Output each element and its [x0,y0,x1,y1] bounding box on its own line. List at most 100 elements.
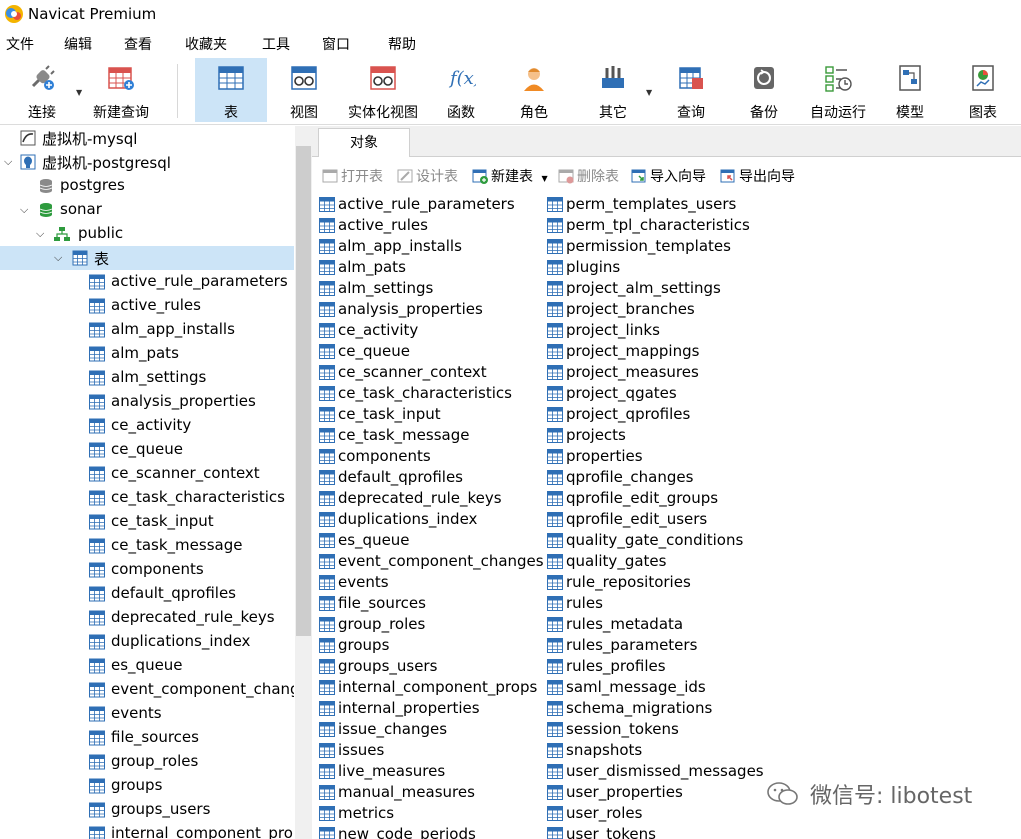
chevron-down-icon[interactable]: ▼ [76,88,82,97]
object-table-label: rules_parameters [566,636,698,654]
tree-table-item[interactable]: ce_task_input [0,510,294,534]
delete-table-icon [558,169,574,184]
tree-table-item[interactable]: es_queue [0,654,294,678]
menu-window[interactable]: 窗口 [322,34,350,54]
toolbar-table-button[interactable]: 表 [195,58,267,122]
new-table-button[interactable]: 新建表 ▼ [472,166,548,186]
tree-database-sonar[interactable]: ⌵ sonar [0,198,294,222]
toolbar-backup-button[interactable]: 备份 [734,58,794,122]
object-table-label: manual_measures [338,783,475,801]
table-icon [319,659,335,674]
tree-table-item[interactable]: groups_users [0,798,294,822]
object-table-label: schema_migrations [566,699,713,717]
object-table-label: properties [566,447,643,465]
toolbar-materialized-view-button[interactable]: 实体化视图 [340,58,426,122]
delete-table-button[interactable]: 删除表 [558,166,619,186]
plug-icon [31,65,55,90]
tree-table-item[interactable]: alm_settings [0,366,294,390]
toolbar-chart-button[interactable]: 图表 [952,58,1014,122]
object-table-label: components [338,447,431,465]
scrollbar-thumb[interactable] [296,146,311,636]
object-table-label: qprofile_edit_groups [566,489,719,507]
object-table-label: groups [338,636,390,654]
table-icon [319,680,335,695]
table-icon [547,701,563,716]
object-table-label: snapshots [566,741,643,759]
tree-table-item[interactable]: active_rule_parameters [0,270,294,294]
chevron-down-icon[interactable]: ⌵ [4,155,12,169]
toolbar-view-button[interactable]: 视图 [272,58,336,122]
object-table-label: project_links [566,321,660,339]
export-wizard-button[interactable]: 导出向导 [720,166,795,186]
chevron-down-icon[interactable]: ▼ [541,174,547,183]
toolbar-others-button[interactable]: 其它 ▼ [582,58,652,122]
sidebar-scrollbar[interactable] [295,126,312,839]
menu-help[interactable]: 帮助 [388,34,416,54]
object-table-label: qprofile_changes [566,468,694,486]
open-table-button[interactable]: 打开表 [322,166,383,186]
tree-table-item[interactable]: events [0,702,294,726]
chevron-down-icon[interactable]: ▼ [646,88,652,97]
table-icon [89,394,105,410]
tree-table-item[interactable]: ce_activity [0,414,294,438]
toolbar-query-button[interactable]: 查询 [660,58,722,122]
chevron-down-icon[interactable]: ⌵ [36,227,44,241]
tree-table-item[interactable]: alm_app_installs [0,318,294,342]
chevron-down-icon[interactable]: ⌵ [54,251,62,265]
table-icon [89,826,105,839]
tree-table-item[interactable]: components [0,558,294,582]
tree-schema-public[interactable]: ⌵ public [0,222,294,246]
toolbar-role-button[interactable]: 角色 [502,58,566,122]
tree-table-item[interactable]: file_sources [0,726,294,750]
object-table-label: ce_queue [338,342,410,360]
tree-table-item[interactable]: active_rules [0,294,294,318]
menu-view[interactable]: 查看 [124,34,152,54]
chevron-down-icon[interactable]: ⌵ [20,203,28,217]
menu-favorites[interactable]: 收藏夹 [185,34,227,54]
table-icon [547,386,563,401]
toolbar-connect-button[interactable]: 连接 ▼ [10,58,82,122]
toolbar-new-query-button[interactable]: 新建查询 [88,58,154,122]
import-wizard-button[interactable]: 导入向导 [631,166,706,186]
toolbar-function-button[interactable]: f(x) 函数 [430,58,492,122]
tree-table-item[interactable]: internal_component_prop [0,822,294,839]
navicat-logo-icon [5,5,23,23]
table-icon [89,466,105,482]
tree-table-item[interactable]: group_roles [0,750,294,774]
tree-table-item[interactable]: ce_task_characteristics [0,486,294,510]
tree-table-item[interactable]: deprecated_rule_keys [0,606,294,630]
tree-table-item[interactable]: duplications_index [0,630,294,654]
table-icon [89,706,105,722]
toolbar-others-label: 其它 [599,105,627,121]
tree-connection-mysql[interactable]: 虚拟机-mysql [0,126,294,150]
table-icon [547,260,563,275]
export-icon [720,169,735,183]
tree-table-label: groups [111,776,163,794]
tree-table-item[interactable]: analysis_properties [0,390,294,414]
toolbar-automation-button[interactable]: 自动运行 [800,58,876,122]
tree-table-item[interactable]: ce_scanner_context [0,462,294,486]
design-table-button[interactable]: 设计表 [397,166,458,186]
tree-database-postgres[interactable]: postgres [0,174,294,198]
table-icon [547,218,563,233]
table-icon [319,806,335,821]
tree-table-item[interactable]: ce_queue [0,438,294,462]
tree-table-item[interactable]: alm_pats [0,342,294,366]
import-wizard-label: 导入向导 [650,169,706,185]
menu-file[interactable]: 文件 [6,34,34,54]
menu-tools[interactable]: 工具 [262,34,290,54]
tree-table-item[interactable]: event_component_chang [0,678,294,702]
menu-edit[interactable]: 编辑 [64,34,92,54]
tab-objects[interactable]: 对象 [318,128,410,157]
tree-table-item[interactable]: ce_task_message [0,534,294,558]
tree-tables-folder[interactable]: ⌵ 表 [0,246,294,270]
object-table-label: issues [338,741,385,759]
title-bar: Navicat Premium [0,0,1021,28]
tree-connection-postgresql[interactable]: ⌵ 虚拟机-postgresql [0,150,294,174]
table-icon [72,250,88,266]
toolbar-model-button[interactable]: 模型 [880,58,940,122]
tree-table-item[interactable]: groups [0,774,294,798]
tree-table-item[interactable]: default_qprofiles [0,582,294,606]
role-icon [524,68,544,91]
table-icon [89,754,105,770]
